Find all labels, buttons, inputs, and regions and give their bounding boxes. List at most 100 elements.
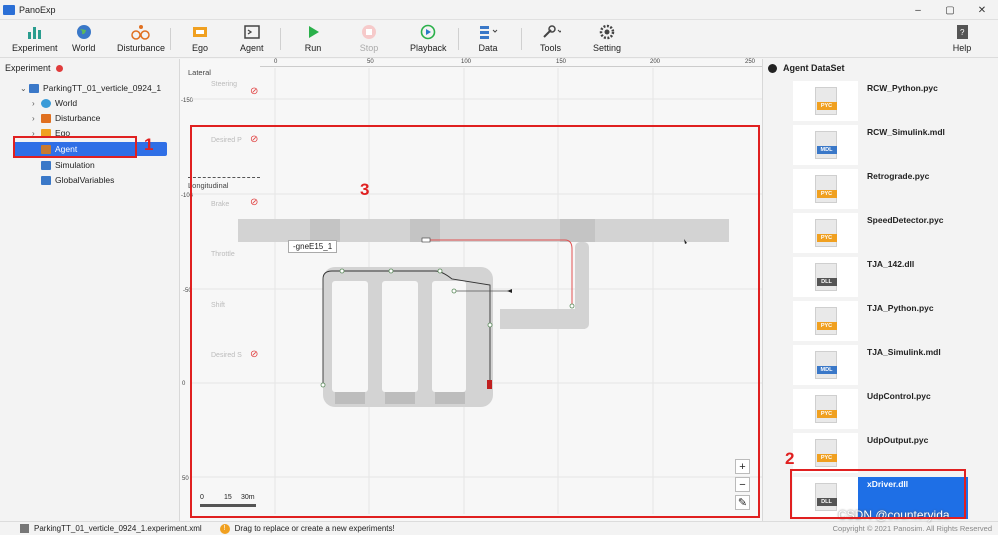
- file-name: TJA_Python.pyc: [867, 303, 934, 313]
- disturbance-button[interactable]: Disturbance: [117, 24, 165, 53]
- world-button[interactable]: World: [72, 24, 95, 53]
- database-icon: [478, 24, 498, 40]
- stop-button[interactable]: Stop: [359, 24, 379, 53]
- copyright-text: Copyright © 2021 Panosim. All Rights Res…: [832, 524, 992, 533]
- ego-label: Ego: [191, 43, 208, 53]
- dataset-icon: [768, 63, 777, 73]
- tree-item-label: GlobalVariables: [55, 175, 115, 185]
- annotation-3: 3: [360, 180, 370, 199]
- close-circle-icon[interactable]: [55, 64, 63, 72]
- dataset-item[interactable]: DLL TJA_142.dll: [793, 257, 968, 299]
- window-title: PanoExp: [19, 4, 56, 15]
- warning-icon: !: [219, 523, 230, 534]
- file-icon: PYC: [814, 175, 837, 203]
- agent-dataset-header: Agent DataSet: [763, 59, 998, 77]
- file-name: Retrograde.pyc: [867, 171, 930, 181]
- file-type-badge: MDL: [816, 146, 837, 154]
- variables-icon: [41, 175, 51, 185]
- toolbar-separator: [280, 28, 281, 50]
- main-toolbar: Experiment World Disturbance Ego Agent R…: [0, 20, 998, 58]
- dataset-item[interactable]: PYC SpeedDetector.pyc: [793, 213, 968, 255]
- experiment-label: Experiment: [12, 43, 58, 53]
- playback-icon: [418, 24, 438, 40]
- experiment-header-label: Experiment: [5, 63, 51, 73]
- svg-text:?: ?: [960, 28, 965, 37]
- file-thumbnail: PYC: [793, 169, 858, 209]
- file-thumbnail: DLL: [793, 257, 858, 297]
- file-thumbnail: MDL: [793, 125, 858, 165]
- file-type-badge: DLL: [816, 278, 837, 286]
- file-icon: PYC: [814, 219, 837, 247]
- dataset-item[interactable]: MDL TJA_Simulink.mdl: [793, 345, 968, 387]
- file-thumbnail: PYC: [793, 301, 858, 341]
- chevron-down-icon[interactable]: ⌄: [20, 84, 29, 93]
- app-logo-icon: [3, 4, 15, 15]
- experiment-panel-header: Experiment: [0, 59, 179, 77]
- annotation-2: 2: [785, 449, 795, 468]
- status-hint: Drag to replace or create a new experime…: [234, 524, 395, 533]
- setting-label: Setting: [593, 43, 622, 53]
- playback-label: Playback: [410, 43, 447, 53]
- dataset-item[interactable]: PYC TJA_Python.pyc: [793, 301, 968, 343]
- tree-root[interactable]: ⌄ ParkingTT_01_verticle_0924_1: [20, 81, 161, 95]
- chevron-right-icon[interactable]: ›: [32, 99, 41, 108]
- dataset-item[interactable]: MDL RCW_Simulink.mdl: [793, 125, 968, 167]
- simulation-grid-icon: [41, 160, 51, 170]
- file-type-badge: PYC: [816, 322, 837, 330]
- file-thumbnail: PYC: [793, 389, 858, 429]
- file-icon: MDL: [814, 131, 837, 159]
- canvas-row: Steering: [211, 81, 238, 88]
- help-book-icon: ?: [952, 24, 972, 40]
- play-icon: [303, 24, 323, 40]
- tree-item-label: World: [55, 98, 78, 108]
- dataset-item[interactable]: PYC Retrograde.pyc: [793, 169, 968, 211]
- file-icon: PYC: [814, 439, 837, 467]
- data-button[interactable]: Data: [478, 24, 498, 53]
- bar-chart-icon: [25, 24, 45, 40]
- agent-code-icon: [242, 24, 262, 40]
- globe-icon: [74, 24, 94, 40]
- file-icon: PYC: [814, 395, 837, 423]
- disturbance-label: Disturbance: [117, 43, 166, 53]
- data-label: Data: [478, 43, 498, 53]
- tools-icon: [541, 24, 561, 40]
- stop-icon: [359, 24, 379, 40]
- toolbar-separator: [521, 28, 522, 50]
- agent-button[interactable]: Agent: [240, 24, 264, 53]
- highlight-box-agent: [13, 136, 137, 158]
- gear-icon: [597, 24, 617, 40]
- forbidden-icon: ⊘: [250, 86, 259, 97]
- cyclist-icon: [131, 24, 151, 40]
- tree-item-label: Disturbance: [55, 113, 101, 123]
- maximize-button[interactable]: ▢: [934, 0, 966, 20]
- tree-item-world[interactable]: › World: [32, 96, 77, 110]
- experiment-button[interactable]: Experiment: [12, 24, 58, 53]
- folder-icon: [29, 83, 39, 93]
- run-button[interactable]: Run: [303, 24, 323, 53]
- world-label: World: [72, 43, 96, 53]
- dataset-item[interactable]: PYC RCW_Python.pyc: [793, 81, 968, 123]
- file-thumbnail: PYC: [793, 81, 858, 121]
- file-name: TJA_142.dll: [867, 259, 915, 269]
- chevron-right-icon[interactable]: ›: [32, 114, 41, 123]
- setting-button[interactable]: Setting: [593, 24, 621, 53]
- close-button[interactable]: ✕: [966, 0, 998, 20]
- tools-button[interactable]: Tools: [540, 24, 561, 53]
- minimize-button[interactable]: –: [902, 0, 934, 20]
- tree-item-label: Simulation: [55, 160, 95, 170]
- tree-item-simulation[interactable]: Simulation: [41, 158, 95, 172]
- file-type-badge: PYC: [816, 234, 837, 242]
- toolbar-separator: [170, 28, 171, 50]
- cyclist-icon: [41, 113, 51, 123]
- tree-item-globalvariables[interactable]: GlobalVariables: [41, 173, 114, 187]
- highlight-box-xdriver: [790, 469, 966, 519]
- help-button[interactable]: ? Help: [952, 24, 972, 53]
- experiment-panel: Experiment ⌄ ParkingTT_01_verticle_0924_…: [0, 59, 180, 521]
- dataset-item[interactable]: PYC UdpControl.pyc: [793, 389, 968, 431]
- playback-button[interactable]: Playback: [410, 24, 447, 53]
- stop-label: Stop: [359, 43, 379, 53]
- tree-item-disturbance[interactable]: › Disturbance: [32, 111, 100, 125]
- file-name: TJA_Simulink.mdl: [867, 347, 941, 357]
- agent-dataset-panel: Agent DataSet PYC RCW_Python.pyc MDL RCW_Si…: [762, 59, 998, 521]
- ego-button[interactable]: Ego: [190, 24, 210, 53]
